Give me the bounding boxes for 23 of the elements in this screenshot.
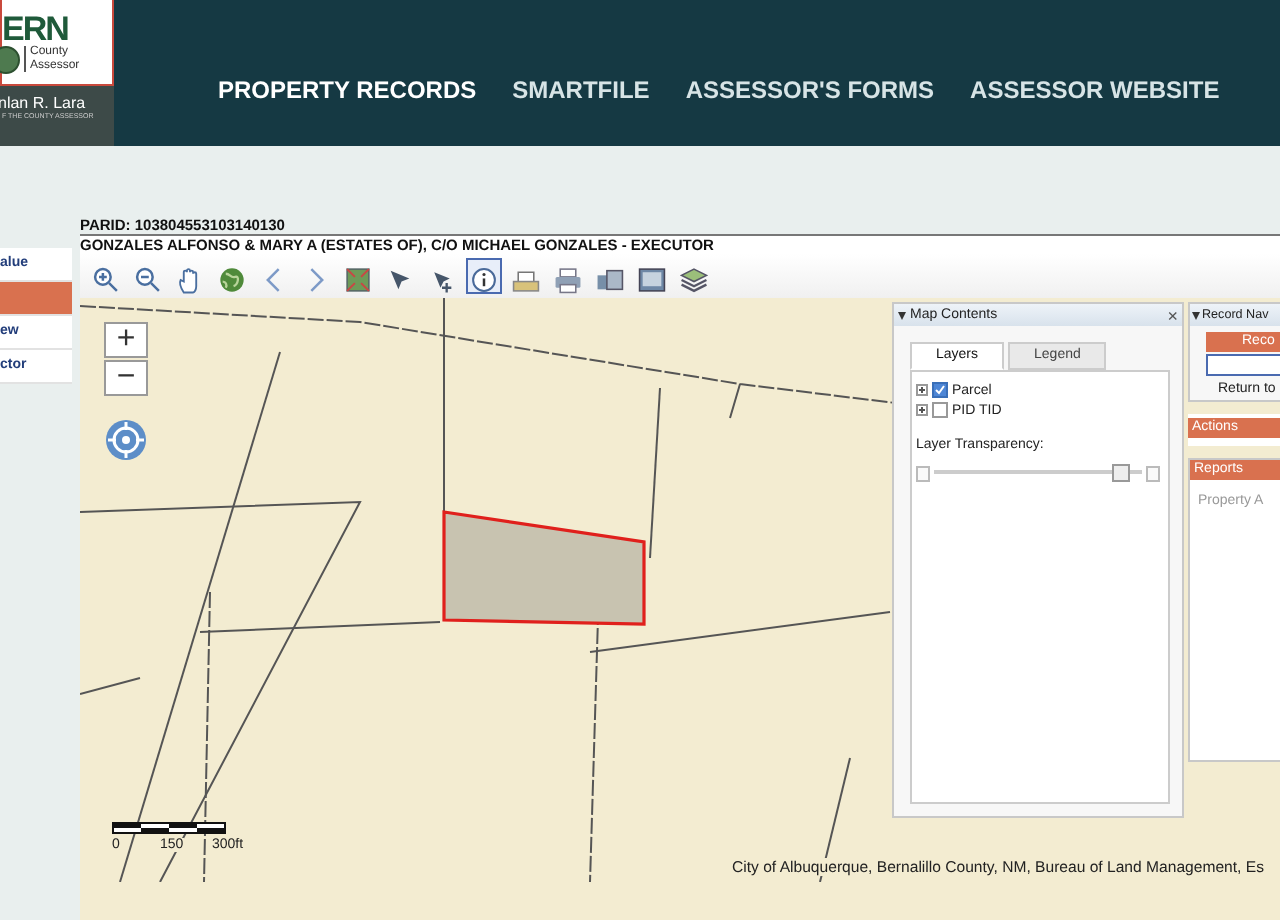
- slider-min-icon[interactable]: [916, 465, 930, 481]
- slider-max-icon[interactable]: [1146, 465, 1160, 481]
- collapse-icon[interactable]: [898, 311, 906, 319]
- info-icon[interactable]: [466, 258, 502, 294]
- scale-bar: [112, 822, 226, 834]
- nav-link[interactable]: SMARTFILE: [512, 75, 650, 103]
- expand-icon[interactable]: [916, 404, 928, 416]
- nav-link[interactable]: ASSESSOR WEBSITE: [970, 75, 1220, 103]
- collapse-icon[interactable]: [1192, 311, 1200, 319]
- zoom-in-button[interactable]: +: [104, 322, 148, 358]
- zoom-out-button[interactable]: −: [104, 360, 148, 396]
- seal-icon: [0, 45, 20, 73]
- nav-link[interactable]: ASSESSOR'S FORMS: [685, 75, 935, 103]
- logo-wordmark: ERN: [2, 11, 68, 45]
- expand-icon[interactable]: [916, 384, 928, 396]
- close-button[interactable]: ×: [1167, 305, 1178, 325]
- locate-icon[interactable]: [104, 418, 148, 462]
- nav-link[interactable]: PROPERTY RECORDS: [218, 75, 477, 103]
- layer-checkbox[interactable]: [932, 382, 948, 398]
- transparency-slider[interactable]: [934, 464, 1142, 482]
- slider-thumb[interactable]: [1111, 464, 1130, 482]
- sidebar-item[interactable]: [0, 282, 72, 316]
- layer-checkbox[interactable]: [932, 402, 948, 418]
